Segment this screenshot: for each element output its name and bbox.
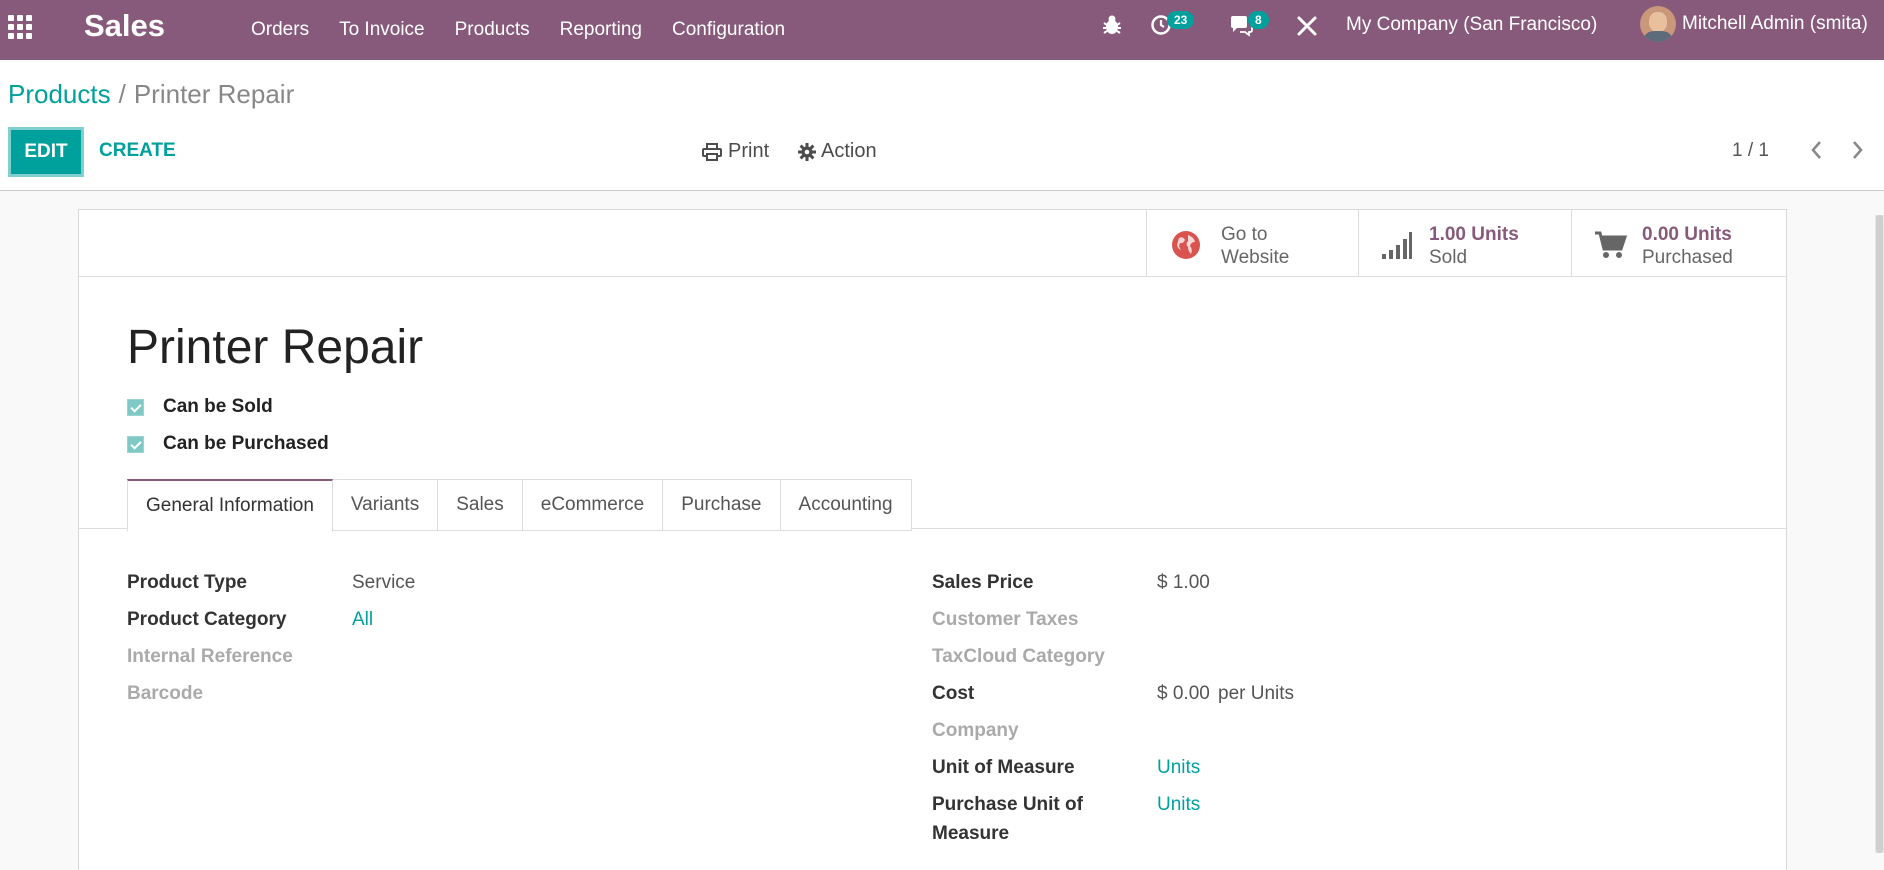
- user-name: Mitchell Admin (smita): [1682, 13, 1868, 34]
- company-switcher[interactable]: My Company (San Francisco): [1346, 14, 1597, 36]
- pager-value[interactable]: 1 / 1: [1732, 140, 1769, 162]
- purchased-label: Purchased: [1642, 247, 1733, 268]
- purchase-uom-label-line2: Measure: [932, 823, 1010, 844]
- can-be-purchased-label: Can be Purchased: [163, 433, 329, 454]
- signal-bars-icon: [1382, 232, 1412, 259]
- menu-to-invoice[interactable]: To Invoice: [331, 15, 433, 45]
- purchase-uom-label-line1: Purchase Unit of: [932, 794, 1083, 815]
- user-menu[interactable]: Mitchell Admin (smita): [1640, 6, 1868, 42]
- sold-value: 1.00 Units: [1429, 224, 1519, 245]
- website-line2: Website: [1221, 247, 1290, 268]
- taxcloud-category-label: TaxCloud Category: [932, 646, 1105, 667]
- vertical-scrollbar[interactable]: [1875, 215, 1884, 853]
- purchased-smart-button[interactable]: 0.00 Units Purchased: [1571, 210, 1786, 276]
- edit-button[interactable]: EDIT: [8, 127, 84, 177]
- apps-menu-icon[interactable]: [6, 13, 36, 43]
- purchase-uom-link[interactable]: Units: [1157, 794, 1200, 816]
- print-button[interactable]: Print: [702, 140, 769, 163]
- barcode-label: Barcode: [127, 683, 204, 704]
- can-be-sold-label: Can be Sold: [163, 396, 273, 417]
- top-navbar: Sales Orders To Invoice Products Reporti…: [0, 0, 1884, 60]
- sold-smart-button[interactable]: 1.00 Units Sold: [1358, 210, 1570, 276]
- globe-icon: [1172, 231, 1200, 259]
- tools-icon[interactable]: [1296, 15, 1318, 37]
- tab-purchase[interactable]: Purchase: [663, 479, 781, 531]
- purchased-value: 0.00 Units: [1642, 224, 1732, 245]
- breadcrumb: Products / Printer Repair: [8, 79, 294, 110]
- action-button[interactable]: Action: [798, 140, 877, 163]
- app-name[interactable]: Sales: [84, 8, 165, 44]
- gear-icon: [798, 142, 816, 161]
- print-label: Print: [728, 140, 770, 162]
- product-type-value[interactable]: Service: [352, 572, 415, 594]
- message-count-badge: 8: [1248, 11, 1269, 29]
- product-category-label: Product Category: [127, 609, 287, 630]
- sales-price-label: Sales Price: [932, 572, 1034, 593]
- pager-previous-icon[interactable]: [1810, 140, 1822, 160]
- sales-price-value[interactable]: $ 1.00: [1157, 572, 1210, 594]
- tab-accounting[interactable]: Accounting: [780, 479, 912, 531]
- unit-of-measure-link[interactable]: Units: [1157, 757, 1200, 779]
- tab-ecommerce[interactable]: eCommerce: [522, 479, 664, 531]
- product-type-label: Product Type: [127, 572, 247, 593]
- cost-value[interactable]: $ 0.00: [1157, 683, 1210, 705]
- user-avatar: [1640, 6, 1676, 42]
- product-category-link[interactable]: All: [352, 609, 373, 631]
- scrollbar-thumb[interactable]: [1876, 215, 1883, 853]
- main-menu: Orders To Invoice Products Reporting Con…: [236, 0, 800, 60]
- form-sheet: Go to Website 1.00 Units Sold 0.00 Units: [78, 209, 1787, 870]
- menu-products[interactable]: Products: [447, 15, 538, 45]
- cost-unit-suffix: per Units: [1218, 683, 1295, 704]
- cost-label: Cost: [932, 683, 975, 704]
- action-label: Action: [821, 140, 877, 162]
- customer-taxes-label: Customer Taxes: [932, 609, 1079, 630]
- menu-reporting[interactable]: Reporting: [552, 15, 650, 45]
- breadcrumb-current: Printer Repair: [133, 79, 295, 109]
- checkbox-checked-icon[interactable]: [127, 435, 144, 453]
- control-panel: Products / Printer Repair EDIT CREATE Prin…: [0, 60, 1884, 191]
- tab-general-information[interactable]: General Information: [127, 479, 333, 532]
- go-to-website-button[interactable]: Go to Website: [1146, 210, 1358, 276]
- breadcrumb-separator: /: [118, 79, 126, 109]
- can-be-purchased-checkbox[interactable]: Can be Purchased: [127, 433, 329, 455]
- product-name[interactable]: Printer Repair: [127, 320, 423, 375]
- internal-reference-label: Internal Reference: [127, 646, 293, 667]
- checkbox-checked-icon[interactable]: [127, 398, 144, 416]
- can-be-sold-checkbox[interactable]: Can be Sold: [127, 396, 273, 418]
- unit-of-measure-label: Unit of Measure: [932, 757, 1075, 778]
- menu-orders[interactable]: Orders: [243, 15, 317, 45]
- shopping-cart-icon: [1595, 231, 1628, 258]
- debug-bug-icon[interactable]: [1102, 14, 1122, 36]
- breadcrumb-products-link[interactable]: Products: [8, 79, 111, 109]
- tab-sales[interactable]: Sales: [438, 479, 523, 531]
- pager-next-icon[interactable]: [1852, 140, 1864, 160]
- smart-button-box: Go to Website 1.00 Units Sold 0.00 Units: [79, 210, 1786, 277]
- activity-count-badge: 23: [1167, 11, 1195, 29]
- create-button[interactable]: CREATE: [99, 140, 176, 162]
- notebook-tabs: General Information Variants Sales eComm…: [127, 479, 912, 532]
- tab-variants[interactable]: Variants: [332, 479, 439, 531]
- sold-label: Sold: [1429, 247, 1468, 268]
- menu-configuration[interactable]: Configuration: [664, 15, 793, 45]
- print-icon: [702, 142, 722, 161]
- company-label: Company: [932, 720, 1019, 741]
- website-line1: Go to: [1221, 224, 1268, 245]
